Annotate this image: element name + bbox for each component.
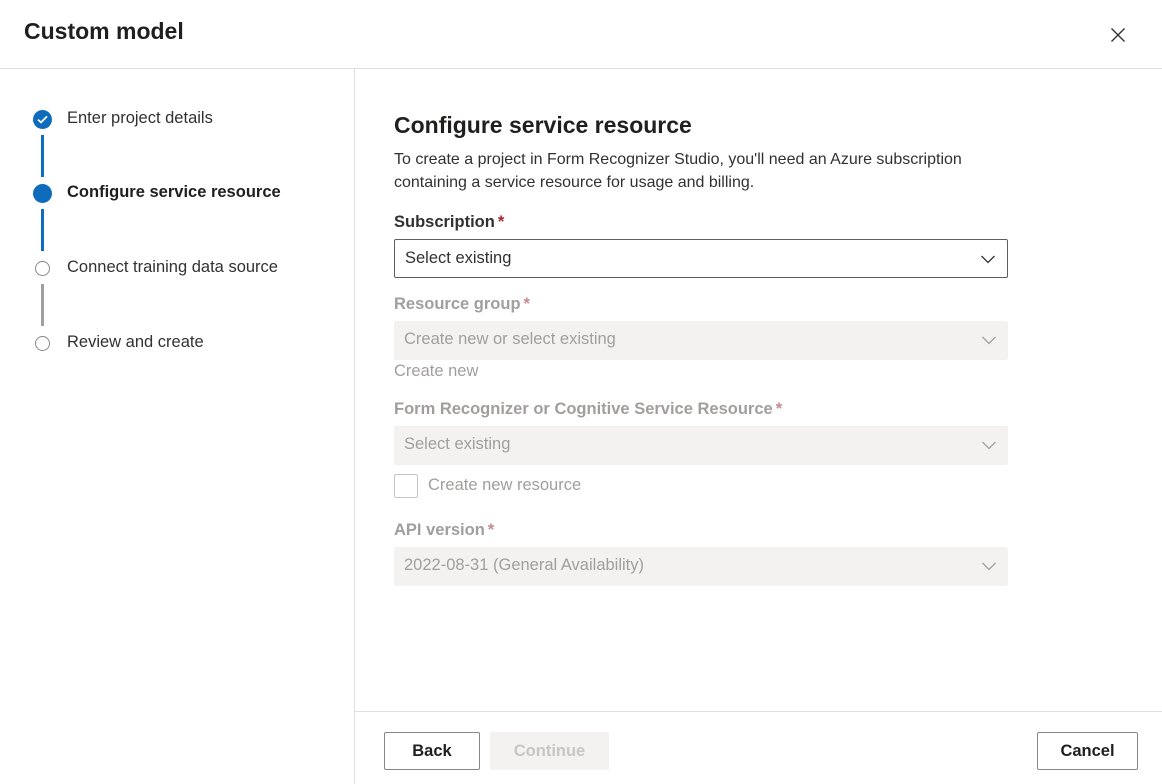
step-connector xyxy=(41,135,44,177)
create-new-resource-label: Create new resource xyxy=(428,476,582,494)
checkmark-icon xyxy=(37,115,48,124)
chevron-down-icon xyxy=(981,255,995,264)
step-enter-project-details[interactable]: Enter project details xyxy=(0,108,355,132)
dialog-header: Custom model xyxy=(0,0,1162,69)
resource-group-dropdown-text: Create new or select existing xyxy=(404,330,616,348)
section-title: Configure service resource xyxy=(394,112,692,138)
step-label: Review and create xyxy=(67,333,204,351)
step-label: Connect training data source xyxy=(67,258,278,276)
back-button[interactable]: Back xyxy=(384,732,480,770)
chevron-down-icon xyxy=(982,562,996,571)
required-marker: * xyxy=(487,521,495,539)
step-completed-indicator xyxy=(33,110,52,129)
section-description: To create a project in Form Recognizer S… xyxy=(394,151,962,191)
chevron-down-icon xyxy=(982,336,996,345)
required-marker: * xyxy=(523,295,530,313)
continue-button: Continue xyxy=(490,732,609,770)
resource-group-label-text: Resource group xyxy=(394,295,521,313)
step-connector xyxy=(41,284,44,326)
step-pending-indicator xyxy=(35,336,50,351)
close-button[interactable] xyxy=(1104,21,1132,49)
resource-dropdown-text: Select existing xyxy=(404,435,511,453)
step-configure-service-resource[interactable]: Configure service resource xyxy=(0,182,355,206)
dialog-title: Custom model xyxy=(24,18,184,44)
subscription-label-text: Subscription xyxy=(394,213,495,231)
step-connector xyxy=(41,209,44,251)
api-version-label: API version * xyxy=(394,521,494,540)
resource-label-text: Form Recognizer or Cognitive Service Res… xyxy=(394,400,773,418)
resource-group-label: Resource group * xyxy=(394,295,530,314)
dialog-footer: Back Continue Cancel xyxy=(355,711,1162,784)
subscription-dropdown-text: Select existing xyxy=(405,249,512,267)
required-marker: * xyxy=(497,213,505,231)
chevron-down-icon xyxy=(982,441,996,450)
step-connect-training-data-source[interactable]: Connect training data source xyxy=(0,257,355,281)
step-label: Enter project details xyxy=(67,109,213,127)
close-icon xyxy=(1111,28,1125,42)
api-version-dropdown: 2022-08-31 (General Availability) xyxy=(394,547,1008,586)
create-new-resource-group-link: Create new xyxy=(394,362,479,380)
resource-label: Form Recognizer or Cognitive Service Res… xyxy=(394,400,782,419)
api-version-dropdown-text: 2022-08-31 (General Availability) xyxy=(404,556,644,574)
subscription-label: Subscription * xyxy=(394,213,504,232)
step-label: Configure service resource xyxy=(67,183,281,201)
step-review-and-create[interactable]: Review and create xyxy=(0,332,355,356)
api-version-label-text: API version xyxy=(394,521,485,539)
resource-group-dropdown: Create new or select existing xyxy=(394,321,1008,360)
checkbox-box xyxy=(394,474,418,498)
create-new-resource-checkbox: Create new resource xyxy=(394,474,654,498)
wizard-steps: Enter project details Configure service … xyxy=(0,69,355,784)
subscription-dropdown[interactable]: Select existing xyxy=(394,239,1008,278)
cancel-button[interactable]: Cancel xyxy=(1037,732,1138,770)
required-marker: * xyxy=(775,400,783,418)
step-pending-indicator xyxy=(35,261,50,276)
step-content: Configure service resource To create a p… xyxy=(355,69,1162,712)
step-current-indicator xyxy=(33,184,52,203)
resource-dropdown: Select existing xyxy=(394,426,1008,465)
custom-model-dialog: Custom model Enter project details Confi… xyxy=(0,0,1162,784)
